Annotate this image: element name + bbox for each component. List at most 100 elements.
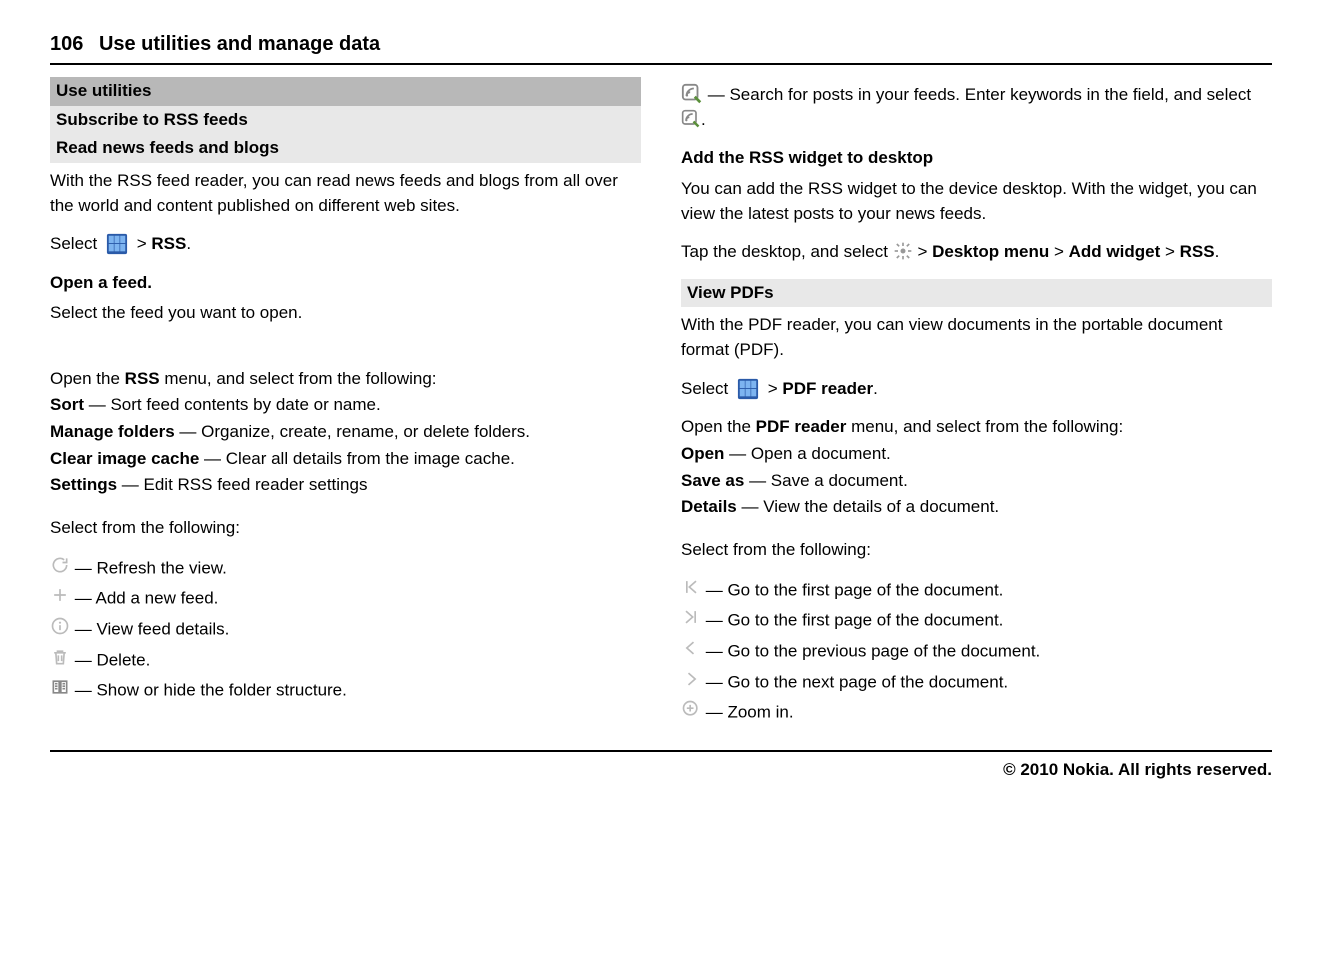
text: menu, and select from the following: — [846, 417, 1123, 436]
row-refresh: — Refresh the view. — [50, 555, 641, 583]
label: RSS — [1180, 242, 1215, 261]
text: > — [137, 234, 152, 253]
refresh-icon — [50, 555, 70, 575]
label: Open — [681, 444, 724, 463]
add-widget-text: You can add the RSS widget to the device… — [681, 177, 1272, 226]
text: . — [186, 234, 191, 253]
add-widget-heading: Add the RSS widget to desktop — [681, 148, 933, 167]
select-rss-line: Select > RSS. — [50, 232, 641, 257]
open-feed-text: Select the feed you want to open. — [50, 301, 641, 326]
page-number: 106 — [50, 33, 83, 55]
select-pdf-line: Select > PDF reader. — [681, 377, 1272, 402]
text: RSS — [125, 369, 160, 388]
footer-copyright: © 2010 Nokia. All rights reserved. — [50, 750, 1272, 783]
folder-list-icon — [50, 677, 70, 697]
view-pdfs-text: With the PDF reader, you can view docume… — [681, 313, 1272, 362]
text: — Search for posts in your feeds. Enter … — [708, 85, 1251, 104]
row-delete: — Delete. — [50, 647, 641, 675]
row-next-page: — Go to the next page of the document. — [681, 669, 1272, 697]
info-icon — [50, 616, 70, 636]
select-from-pdf: Select from the following: — [681, 538, 1272, 563]
page-header: 106 Use utilities and manage data — [50, 30, 1272, 65]
text: — Organize, create, rename, or delete fo… — [175, 422, 530, 441]
text: . — [1215, 242, 1220, 261]
text: — View the details of a document. — [737, 497, 999, 516]
text: — Go to the next page of the document. — [701, 672, 1008, 691]
text: > — [1054, 242, 1069, 261]
item-open: Open — Open a document. — [681, 442, 1272, 467]
last-page-icon — [681, 607, 701, 627]
apps-icon — [733, 378, 763, 400]
trash-icon — [50, 647, 70, 667]
text: — Zoom in. — [701, 702, 794, 721]
text: — Open a document. — [724, 444, 890, 463]
section-view-pdfs: View PDFs — [681, 279, 1272, 308]
left-column: Use utilities Subscribe to RSS feeds Rea… — [50, 77, 641, 730]
zoom-in-icon — [681, 699, 701, 719]
text: — Go to the first page of the document. — [701, 611, 1003, 630]
text: — Add a new feed. — [70, 589, 218, 608]
row-first-page: — Go to the first page of the document. — [681, 577, 1272, 605]
next-page-icon — [681, 669, 701, 689]
section-use-utilities: Use utilities — [50, 77, 641, 106]
item-clear-cache: Clear image cache — Clear all details fr… — [50, 447, 641, 472]
text: Open the — [50, 369, 125, 388]
label: Details — [681, 497, 737, 516]
item-manage-folders: Manage folders — Organize, create, renam… — [50, 420, 641, 445]
first-page-icon — [681, 577, 701, 597]
text: . — [701, 110, 706, 129]
item-settings: Settings — Edit RSS feed reader settings — [50, 473, 641, 498]
pdf-label: PDF reader — [782, 379, 873, 398]
item-saveas: Save as — Save a document. — [681, 469, 1272, 494]
header-title: Use utilities and manage data — [99, 33, 380, 55]
search-posts: — Search for posts in your feeds. Enter … — [681, 83, 1272, 132]
text: menu, and select from the following: — [160, 369, 437, 388]
select-from: Select from the following: — [50, 516, 641, 541]
text: — Go to the first page of the document. — [701, 580, 1003, 599]
text: PDF reader — [756, 417, 847, 436]
item-sort: Sort — Sort feed contents by date or nam… — [50, 393, 641, 418]
text: — Sort feed contents by date or name. — [84, 395, 381, 414]
row-prev-page: — Go to the previous page of the documen… — [681, 638, 1272, 666]
row-info: — View feed details. — [50, 616, 641, 644]
prev-page-icon — [681, 638, 701, 658]
text: > — [1165, 242, 1180, 261]
rss-intro: With the RSS feed reader, you can read n… — [50, 169, 641, 218]
text: — Clear all details from the image cache… — [199, 449, 515, 468]
right-column: — Search for posts in your feeds. Enter … — [681, 77, 1272, 730]
tap-desktop-line: Tap the desktop, and select > Desktop me… — [681, 240, 1272, 265]
label: Save as — [681, 471, 744, 490]
rss-menu-intro: Open the RSS menu, and select from the f… — [50, 367, 641, 392]
text: — Refresh the view. — [70, 558, 227, 577]
section-subscribe-rss: Subscribe to RSS feeds — [50, 106, 641, 135]
text: Select — [50, 234, 102, 253]
label: Clear image cache — [50, 449, 199, 468]
label: Sort — [50, 395, 84, 414]
text: Tap the desktop, and select — [681, 242, 893, 261]
row-last-page: — Go to the first page of the document. — [681, 607, 1272, 635]
text: Open the — [681, 417, 756, 436]
plus-icon — [50, 585, 70, 605]
label: Manage folders — [50, 422, 175, 441]
row-add-feed: — Add a new feed. — [50, 585, 641, 613]
text: — Save a document. — [744, 471, 907, 490]
text: — View feed details. — [70, 619, 229, 638]
text: . — [873, 379, 878, 398]
rss-search-icon — [681, 109, 701, 129]
section-read-news: Read news feeds and blogs — [50, 134, 641, 163]
text: > — [917, 242, 932, 261]
label: Desktop menu — [932, 242, 1049, 261]
text: — Delete. — [70, 650, 150, 669]
text: — Show or hide the folder structure. — [70, 680, 347, 699]
text: — Go to the previous page of the documen… — [701, 641, 1040, 660]
item-details: Details — View the details of a document… — [681, 495, 1272, 520]
apps-icon — [102, 233, 132, 255]
text: > — [768, 379, 783, 398]
gear-icon — [893, 241, 913, 261]
label: Settings — [50, 475, 117, 494]
label: Add widget — [1069, 242, 1161, 261]
text: — Edit RSS feed reader settings — [117, 475, 367, 494]
open-feed-heading: Open a feed. — [50, 273, 152, 292]
text: Select — [681, 379, 733, 398]
row-zoom-in: — Zoom in. — [681, 699, 1272, 727]
